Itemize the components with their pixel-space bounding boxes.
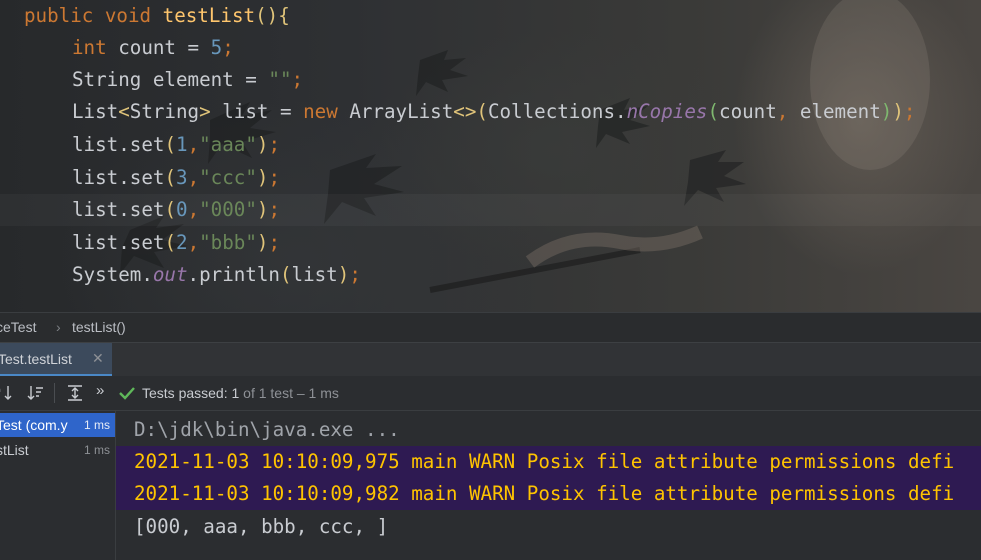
expand-all-icon[interactable] <box>66 383 84 403</box>
tree-row-time: 1 ms <box>83 418 110 432</box>
kw-new: new <box>303 100 338 123</box>
type-string: String <box>72 68 142 91</box>
test-status-label: Tests passed: 1 <box>142 385 240 401</box>
code-line-1: public void testList(){ <box>24 4 290 27</box>
run-tab-bar: Test.testList ✕ <box>0 342 981 377</box>
more-actions-icon[interactable]: » <box>96 382 104 399</box>
code-line-8: list.set(2,"bbb"); <box>72 231 281 254</box>
kw-void: void <box>104 4 152 27</box>
test-results-tree: Test (com.y 1 ms stList 1 ms <box>0 411 116 560</box>
breadcrumb-class[interactable]: ceTest <box>0 319 36 335</box>
sort-by-duration-icon[interactable] <box>26 383 44 403</box>
class-system: System <box>72 263 142 286</box>
code-line-9: System.out.println(list); <box>72 263 361 286</box>
tree-row[interactable]: stList 1 ms <box>0 438 115 462</box>
type-list: List <box>72 100 119 123</box>
tree-row-label: stList <box>0 442 29 458</box>
code-line-7: list.set(0,"000"); <box>72 198 281 221</box>
method-ncopies: nCopies <box>626 100 708 123</box>
count-value: 5 <box>210 36 223 59</box>
code-editor[interactable]: public void testList(){ int count = 5; S… <box>0 0 981 312</box>
test-status: Tests passed: 1 of 1 test – 1 ms <box>142 385 339 401</box>
toolbar-separator <box>54 383 55 403</box>
method-name: testList <box>162 4 256 27</box>
test-runner-toolbar: a z » Tests passed: 1 of 1 test – 1 ms <box>0 376 981 411</box>
tree-row-label: Test (com.y <box>0 417 68 433</box>
empty-string-literal: "" <box>268 68 292 91</box>
console-warn-line: 2021-11-03 10:10:09,975 main WARN Posix … <box>134 450 955 473</box>
class-collections: Collections <box>487 100 616 123</box>
chevron-right-icon: › <box>56 319 61 335</box>
var-element: element <box>152 68 234 91</box>
type-arraylist: ArrayList <box>349 100 454 123</box>
kw-public: public <box>24 4 94 27</box>
check-passed-icon <box>119 387 135 400</box>
tree-row-time: 1 ms <box>83 443 110 457</box>
svg-text:a: a <box>0 385 1 394</box>
code-line-2: int count = 5; <box>72 36 234 59</box>
run-tab-testlist[interactable]: Test.testList ✕ <box>0 343 112 376</box>
console-command-line: D:\jdk\bin\java.exe ... <box>134 418 400 441</box>
field-out: out <box>152 263 188 286</box>
kw-int: int <box>72 36 107 59</box>
breadcrumb: ceTest › testList() <box>0 312 981 343</box>
tree-row[interactable]: Test (com.y 1 ms <box>0 413 115 437</box>
var-count: count <box>118 36 176 59</box>
code-line-4: List<String> list = new ArrayList<>(Coll… <box>72 100 916 123</box>
code-line-6: list.set(3,"ccc"); <box>72 166 281 189</box>
close-icon[interactable]: ✕ <box>92 350 104 367</box>
console-warn-line: 2021-11-03 10:10:09,982 main WARN Posix … <box>134 482 955 505</box>
breadcrumb-method[interactable]: testList() <box>72 319 126 335</box>
code-area: public void testList(){ int count = 5; S… <box>0 0 915 312</box>
code-line-3: String element = ""; <box>72 68 304 91</box>
test-status-detail: of 1 test – 1 ms <box>239 385 339 401</box>
console-output-line: [000, aaa, bbb, ccc, ] <box>134 515 389 538</box>
sort-alphabetically-icon[interactable]: a z <box>0 383 14 403</box>
method-println: println <box>199 263 280 286</box>
run-tab-label: Test.testList <box>0 351 72 367</box>
console-output[interactable]: D:\jdk\bin\java.exe ... 2021-11-03 10:10… <box>116 411 981 560</box>
code-line-5: list.set(1,"aaa"); <box>72 133 281 156</box>
